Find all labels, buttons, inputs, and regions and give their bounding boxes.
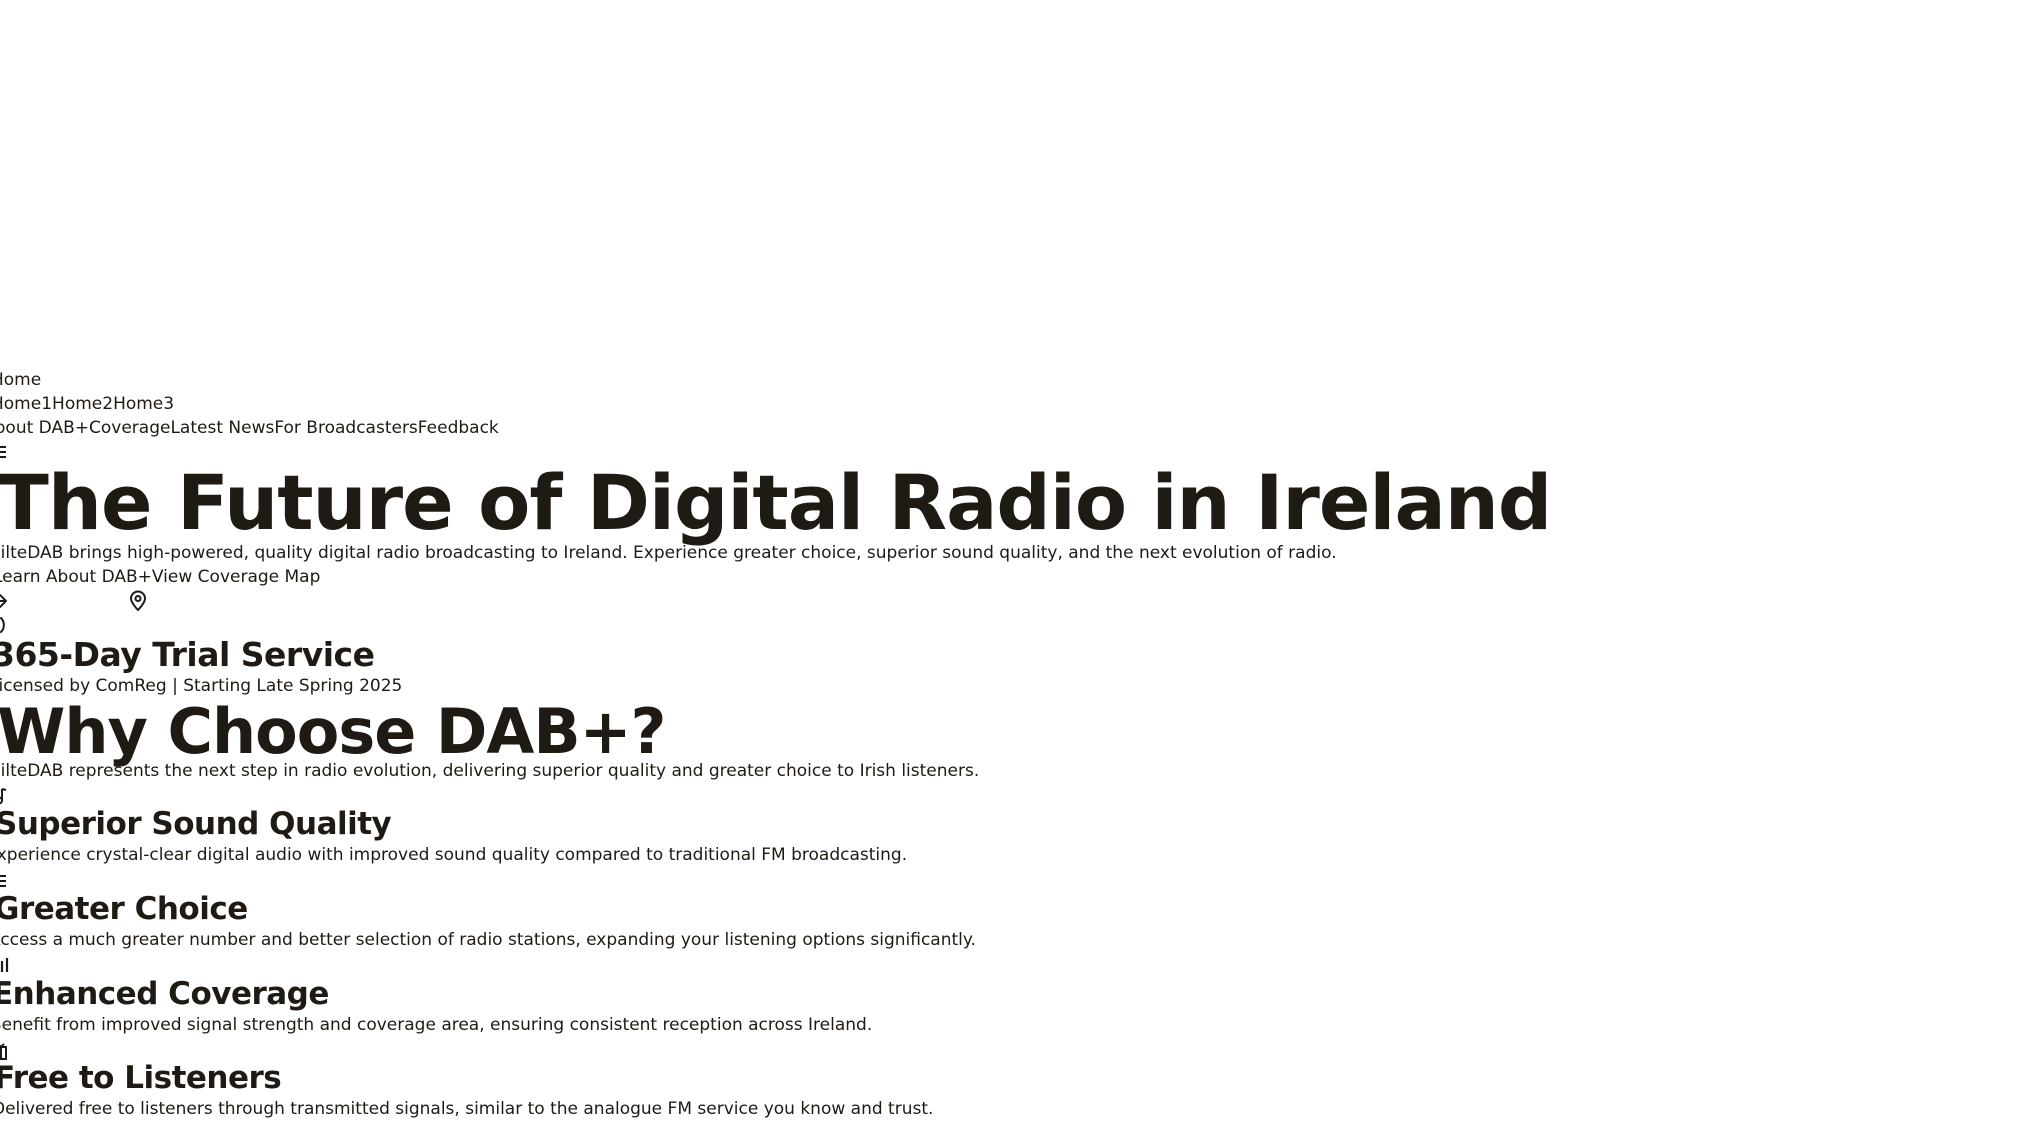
why-title: Why Choose DAB+? [0, 695, 667, 768]
nav-coverage[interactable]: Coverage [89, 418, 170, 438]
feature-title-sound: Superior Sound Quality [0, 806, 392, 842]
learn-about-dab-button[interactable]: Learn About DAB+ [0, 567, 152, 587]
view-coverage-map-button[interactable]: View Coverage Map [152, 567, 320, 587]
nav-home1[interactable]: Home1 [0, 394, 52, 414]
feature-text-sound: Experience crystal-clear digital audio w… [0, 845, 908, 865]
hero-title: The Future of Digital Radio in Ireland [0, 458, 1552, 547]
hero-cta-row: Learn About DAB+View Coverage Map [0, 565, 320, 589]
feature-title-free: Free to Listeners [0, 1060, 282, 1096]
nav-about-dab[interactable]: About DAB+ [0, 418, 89, 438]
trial-title: 365-Day Trial Service [0, 635, 375, 674]
map-pin-icon [128, 589, 148, 613]
arrow-right-icon [0, 589, 8, 613]
main-nav: About DAB+CoverageLatest NewsFor Broadca… [0, 416, 499, 440]
home-links-row: Home1Home2Home3 [0, 392, 174, 416]
nav-latest-news[interactable]: Latest News [170, 418, 274, 438]
nav-home2[interactable]: Home2 [52, 394, 113, 414]
nav-for-broadcasters[interactable]: For Broadcasters [274, 418, 417, 438]
nav-home3[interactable]: Home3 [113, 394, 174, 414]
feature-text-free: Delivered free to listeners through tran… [0, 1099, 934, 1119]
next-icon [0, 1118, 8, 1123]
page: Home Home1Home2Home3 About DAB+CoverageL… [0, 0, 2025, 1123]
nav-feedback[interactable]: Feedback [418, 418, 499, 438]
feature-text-coverage: Benefit from improved signal strength an… [0, 1015, 873, 1035]
feature-title-coverage: Enhanced Coverage [0, 976, 329, 1012]
hero-description: FailteDAB brings high-powered, quality d… [0, 543, 1337, 563]
feature-text-choice: Access a much greater number and better … [0, 930, 976, 950]
feature-title-choice: Greater Choice [0, 891, 248, 927]
brand-link[interactable]: Home [0, 368, 41, 392]
why-description: FailteDAB represents the next step in ra… [0, 761, 980, 781]
